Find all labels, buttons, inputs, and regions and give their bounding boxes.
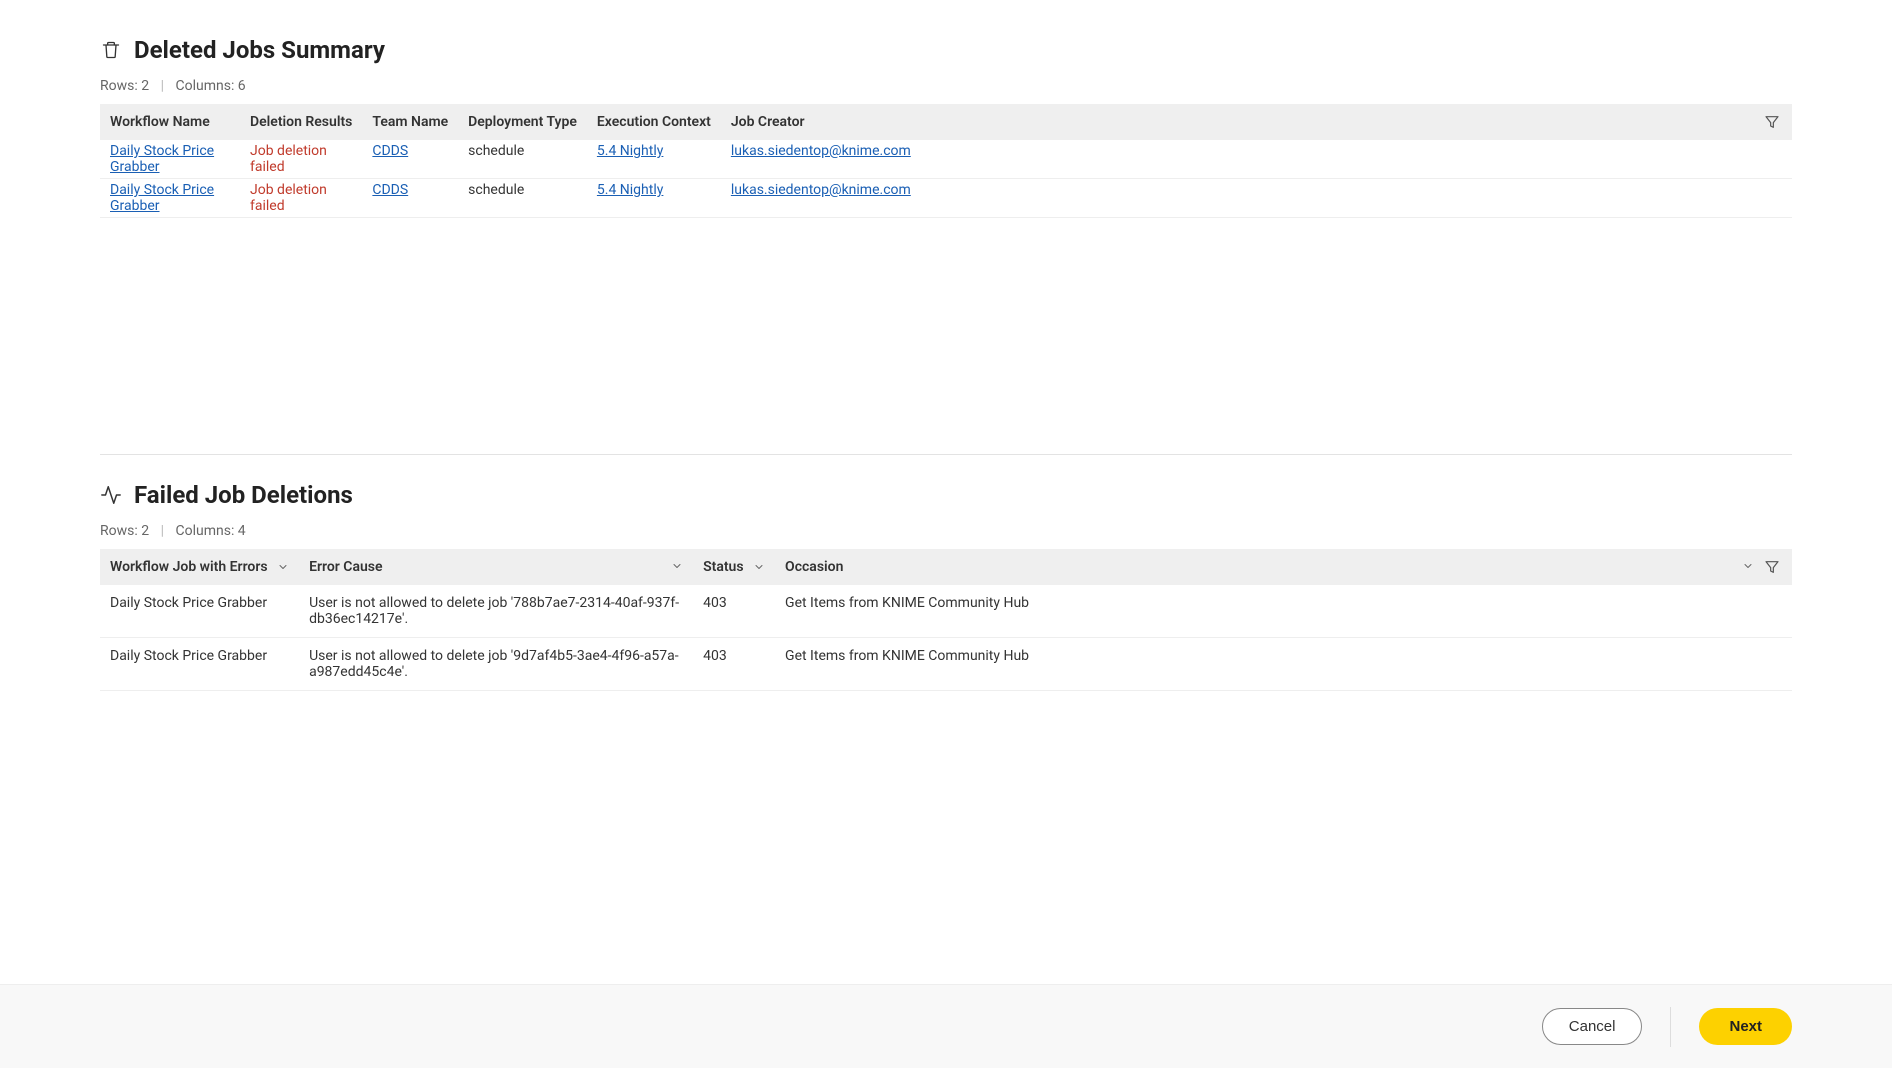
rows-count: Rows: 2 bbox=[100, 523, 149, 539]
col-deployment-type[interactable]: Deployment Type bbox=[458, 104, 587, 140]
col-occasion[interactable]: Occasion bbox=[775, 549, 1792, 585]
team-link[interactable]: CDDS bbox=[372, 143, 408, 159]
deletion-result: Job deletion failed bbox=[250, 182, 327, 214]
col-error-cause[interactable]: Error Cause bbox=[299, 549, 693, 585]
filter-icon[interactable] bbox=[1764, 114, 1780, 130]
table-row: Daily Stock Price Grabber Job deletion f… bbox=[100, 140, 1792, 179]
job-creator-link[interactable]: lukas.siedentop@knime.com bbox=[731, 143, 911, 159]
status-code: 403 bbox=[703, 595, 727, 611]
occasion-text: Get Items from KNIME Community Hub bbox=[785, 648, 1029, 664]
col-team-name[interactable]: Team Name bbox=[362, 104, 458, 140]
section-header-deleted-jobs: Deleted Jobs Summary bbox=[100, 36, 1792, 64]
col-workflow-name[interactable]: Workflow Name bbox=[100, 104, 240, 140]
chevron-down-icon bbox=[671, 560, 683, 572]
next-button[interactable]: Next bbox=[1699, 1008, 1792, 1045]
footer-bar: Cancel Next bbox=[0, 984, 1892, 1068]
section-header-failed-deletions: Failed Job Deletions bbox=[100, 481, 1792, 509]
section-divider bbox=[100, 454, 1792, 455]
col-execution-context[interactable]: Execution Context bbox=[587, 104, 721, 140]
table-meta-failed: Rows: 2 | Columns: 4 bbox=[100, 523, 1792, 539]
cols-count: Columns: 4 bbox=[175, 523, 245, 539]
workflow-link[interactable]: Daily Stock Price Grabber bbox=[110, 143, 214, 175]
activity-icon bbox=[100, 484, 122, 506]
filter-icon[interactable] bbox=[1764, 559, 1780, 575]
deletion-result: Job deletion failed bbox=[250, 143, 327, 175]
rows-count: Rows: 2 bbox=[100, 78, 149, 94]
deployment-type: schedule bbox=[468, 182, 524, 198]
workflow-job-name: Daily Stock Price Grabber bbox=[110, 648, 267, 664]
col-status[interactable]: Status bbox=[693, 549, 775, 585]
deployment-type: schedule bbox=[468, 143, 524, 159]
failed-deletions-table: Workflow Job with Errors Error Cause bbox=[100, 549, 1792, 691]
cols-count: Columns: 6 bbox=[175, 78, 245, 94]
col-workflow-job[interactable]: Workflow Job with Errors bbox=[100, 549, 299, 585]
occasion-text: Get Items from KNIME Community Hub bbox=[785, 595, 1029, 611]
table-meta-deleted-jobs: Rows: 2 | Columns: 6 bbox=[100, 78, 1792, 94]
table-row: Daily Stock Price Grabber User is not al… bbox=[100, 638, 1792, 691]
page-title-deleted-jobs: Deleted Jobs Summary bbox=[134, 36, 385, 64]
workflow-link[interactable]: Daily Stock Price Grabber bbox=[110, 182, 214, 214]
chevron-down-icon[interactable] bbox=[1742, 560, 1754, 572]
col-deletion-results[interactable]: Deletion Results bbox=[240, 104, 362, 140]
meta-separator: | bbox=[161, 523, 164, 539]
table-row: Daily Stock Price Grabber Job deletion f… bbox=[100, 179, 1792, 218]
error-cause-text: User is not allowed to delete job '788b7… bbox=[309, 595, 679, 627]
cancel-button[interactable]: Cancel bbox=[1542, 1008, 1643, 1045]
error-cause-text: User is not allowed to delete job '9d7af… bbox=[309, 648, 679, 680]
col-job-creator[interactable]: Job Creator bbox=[721, 104, 1792, 140]
meta-separator: | bbox=[161, 78, 164, 94]
chevron-down-icon bbox=[753, 561, 765, 573]
status-code: 403 bbox=[703, 648, 727, 664]
job-creator-link[interactable]: lukas.siedentop@knime.com bbox=[731, 182, 911, 198]
execution-context-link[interactable]: 5.4 Nightly bbox=[597, 182, 663, 198]
execution-context-link[interactable]: 5.4 Nightly bbox=[597, 143, 663, 159]
footer-separator bbox=[1670, 1007, 1671, 1047]
chevron-down-icon bbox=[277, 561, 289, 573]
deleted-jobs-table: Workflow Name Deletion Results Team Name… bbox=[100, 104, 1792, 218]
table-row: Daily Stock Price Grabber User is not al… bbox=[100, 585, 1792, 638]
page-title-failed-deletions: Failed Job Deletions bbox=[134, 481, 353, 509]
workflow-job-name: Daily Stock Price Grabber bbox=[110, 595, 267, 611]
trash-icon bbox=[100, 39, 122, 61]
team-link[interactable]: CDDS bbox=[372, 182, 408, 198]
